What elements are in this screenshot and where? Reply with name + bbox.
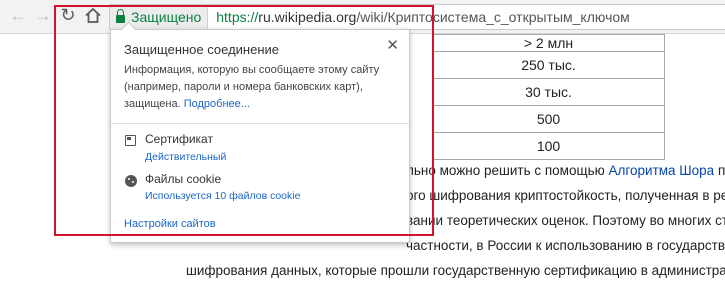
reload-icon[interactable]: ↻: [58, 5, 78, 25]
popup-description: Информация, которую вы сообщаете этому с…: [124, 64, 380, 110]
more-info-link[interactable]: Подробнее...: [184, 98, 250, 110]
close-icon[interactable]: ✕: [386, 36, 399, 54]
address-bar[interactable]: Защищено https://ru.wikipedia.org/wiki/К…: [109, 4, 725, 30]
connection-info-popup: Защищенное соединение ✕ Информация, кото…: [110, 21, 410, 243]
certificate-status-link[interactable]: Действительный: [145, 151, 226, 163]
table-cell: 30 тыс.: [432, 78, 665, 106]
url-path: /wiki/Криптосистема_с_открытым_ключом: [356, 9, 630, 25]
cookie-icon: [125, 175, 137, 187]
url-host: ru.wikipedia.org: [258, 9, 357, 25]
secure-label: Защищено: [131, 9, 202, 25]
home-icon[interactable]: [83, 5, 103, 25]
certificate-icon: [125, 135, 136, 146]
table-cell: > 2 млн: [432, 34, 665, 52]
url-text[interactable]: https://ru.wikipedia.org/wiki/Криптосист…: [208, 9, 630, 25]
table-cell: 250 тыс.: [432, 51, 665, 79]
lock-icon: [116, 8, 125, 23]
shor-algorithm-link[interactable]: Алгоритма Шора: [609, 163, 715, 178]
arrow-right-icon[interactable]: →: [33, 5, 53, 25]
cookies-status-link[interactable]: Используется 10 файлов cookie: [145, 190, 300, 202]
article-line: шифрования данных, которые прошли госуда…: [186, 263, 725, 278]
wiki-table: > 2 млн 250 тыс. 30 тыс. 500 100: [432, 34, 665, 160]
table-cell: 500: [432, 105, 665, 133]
cookies-title: Файлы cookie: [145, 172, 222, 186]
site-settings-link[interactable]: Настройки сайтов: [124, 218, 216, 230]
popup-title: Защищенное соединение: [124, 42, 279, 57]
certificate-title: Сертификат: [145, 132, 213, 146]
arrow-left-icon[interactable]: ←: [8, 5, 28, 25]
divider: [111, 123, 409, 124]
table-cell: 100: [432, 132, 665, 160]
